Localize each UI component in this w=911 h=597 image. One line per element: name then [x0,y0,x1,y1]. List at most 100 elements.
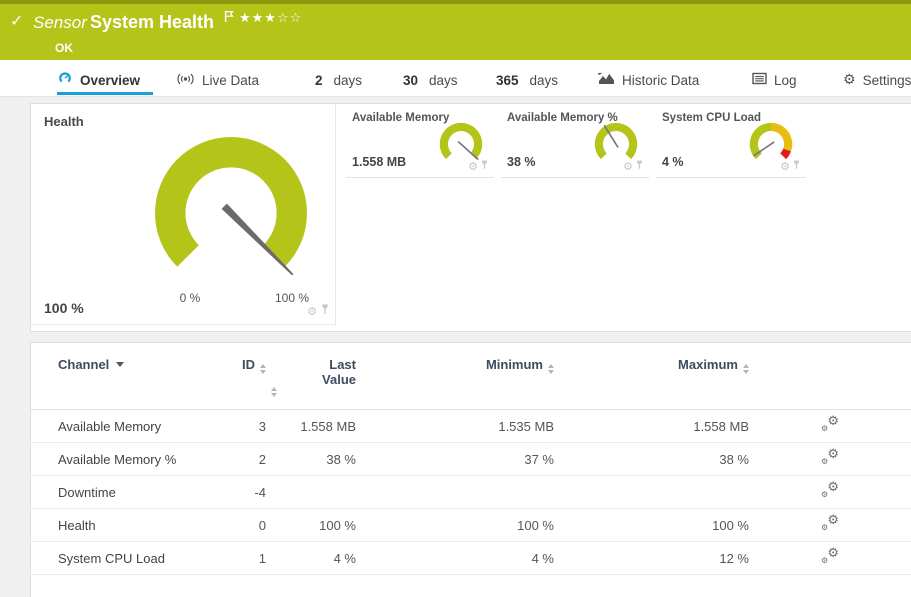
column-label: Minimum [486,357,543,372]
channels-table-panel: Channel ID Last Value Minimum Maximum Av… [30,342,911,597]
channel-settings-gears-icon[interactable]: ⚙⚙ [820,515,840,533]
channel-id: 3 [211,410,266,443]
channel-last-value: 100 % [266,509,356,542]
channel-last-value [266,476,356,509]
gauge-tools: ⚙ [468,157,488,175]
sort-arrows-icon [260,364,266,374]
health-gauge [136,118,326,308]
column-label: ID [242,357,255,372]
channel-last-value: 4 % [266,542,356,575]
sort-caret-icon [116,362,124,367]
channel-minimum: 100 % [356,509,554,542]
tab-log[interactable]: Log [752,70,797,90]
channel-maximum: 1.558 MB [554,410,749,443]
channel-id: -4 [211,476,266,509]
channel-settings-gears-icon[interactable]: ⚙⚙ [820,548,840,566]
table-row-health[interactable]: Health 0 100 % 100 % 100 % ⚙⚙ [31,509,911,542]
sensor-status-header: ✓ Sensor System Health ★★★☆☆ OK [0,4,911,60]
channel-minimum: 37 % [356,443,554,476]
tab-overview[interactable]: Overview [57,70,140,90]
gear-icon[interactable]: ⚙ [468,161,478,172]
tab-number: 2 [315,73,323,88]
channel-id: 2 [211,443,266,476]
tab-365-days[interactable]: 365 days [496,70,558,90]
column-header-last-value[interactable]: Last Value [266,343,356,410]
channel-minimum [356,476,554,509]
gear-icon[interactable]: ⚙ [623,161,633,172]
column-header-actions [749,343,911,410]
pin-icon[interactable] [636,157,643,175]
sort-arrows-icon [548,364,554,374]
column-label-line2: Value [266,372,356,387]
tab-label: Log [774,73,797,88]
stars-filled[interactable]: ★★★ [239,11,277,26]
channel-name: Available Memory % [31,443,211,476]
channel-name: Downtime [31,476,211,509]
gauge-value: 100 % [44,300,84,316]
status-badge: OK [55,41,73,55]
priority-flag-icon[interactable] [224,10,234,28]
gauge-tools: ⚙ [623,157,643,175]
channel-minimum: 4 % [356,542,554,575]
gauge-value: 1.558 MB [352,155,406,169]
system-cpu-load-gauge-tile: System CPU Load 4 % ⚙ [656,104,806,178]
table-row-downtime[interactable]: Downtime -4 ⚙⚙ [31,476,911,509]
tab-number: 30 [403,73,418,88]
tab-label: Settings [863,73,911,88]
column-header-id[interactable]: ID [211,343,266,410]
tab-2-days[interactable]: 2 days [315,70,362,90]
channel-id: 0 [211,509,266,542]
tab-settings[interactable]: ⚙ Settings [843,70,911,90]
tab-label: Historic Data [622,73,699,88]
pin-icon[interactable] [321,302,329,320]
tab-label: Overview [80,73,140,88]
tab-label: days [429,73,458,88]
channel-settings-gears-icon[interactable]: ⚙⚙ [820,449,840,467]
channel-settings-gears-icon[interactable]: ⚙⚙ [820,416,840,434]
gauge-tools: ⚙ [780,157,800,175]
gauge-title: Health [44,114,84,129]
gear-icon[interactable]: ⚙ [780,161,790,172]
tab-live-data[interactable]: Live Data [176,70,259,90]
stars-empty[interactable]: ☆☆ [277,11,302,26]
table-row-available-memory-pct[interactable]: Available Memory % 2 38 % 37 % 38 % ⚙⚙ [31,443,911,476]
channel-name: Health [31,509,211,542]
column-header-maximum[interactable]: Maximum [554,343,749,410]
channels-table: Channel ID Last Value Minimum Maximum Av… [31,343,911,575]
channel-last-value: 38 % [266,443,356,476]
gear-icon[interactable]: ⚙ [307,306,317,317]
gauges-panel: Health 0 % 100 % 100 % ⚙ Available Memor… [30,103,911,332]
channel-maximum [554,476,749,509]
area-chart-icon [598,72,615,88]
priority-stars[interactable]: ★★★☆☆ [239,11,302,26]
active-tab-underline [57,92,153,95]
gauge-icon [57,71,73,90]
object-kind-label: Sensor [33,13,87,33]
column-label-line1: Last [266,357,356,372]
channel-settings-gears-icon[interactable]: ⚙⚙ [820,482,840,500]
column-label: Channel [58,357,109,372]
tab-label: days [530,73,559,88]
pin-icon[interactable] [793,157,800,175]
table-row-system-cpu-load[interactable]: System CPU Load 1 4 % 4 % 12 % ⚙⚙ [31,542,911,575]
column-header-minimum[interactable]: Minimum [356,343,554,410]
pin-icon[interactable] [481,157,488,175]
channel-maximum: 38 % [554,443,749,476]
tab-label: days [334,73,363,88]
column-label: Maximum [678,357,738,372]
available-memory-pct-gauge-tile: Available Memory % 38 % ⚙ [501,104,649,178]
gauge-scale-min: 0 % [160,291,220,305]
channel-last-value: 1.558 MB [266,410,356,443]
channel-id: 1 [211,542,266,575]
gauge-value: 38 % [507,155,536,169]
available-memory-gauge-tile: Available Memory 1.558 MB ⚙ [346,104,494,178]
status-check-icon: ✓ [10,11,23,31]
tab-historic-data[interactable]: Historic Data [598,70,699,90]
gauge-tools: ⚙ [307,302,329,320]
channel-maximum: 100 % [554,509,749,542]
channel-maximum: 12 % [554,542,749,575]
channel-minimum: 1.535 MB [356,410,554,443]
table-row-available-memory[interactable]: Available Memory 3 1.558 MB 1.535 MB 1.5… [31,410,911,443]
tab-30-days[interactable]: 30 days [403,70,458,90]
column-header-channel[interactable]: Channel [31,343,211,410]
